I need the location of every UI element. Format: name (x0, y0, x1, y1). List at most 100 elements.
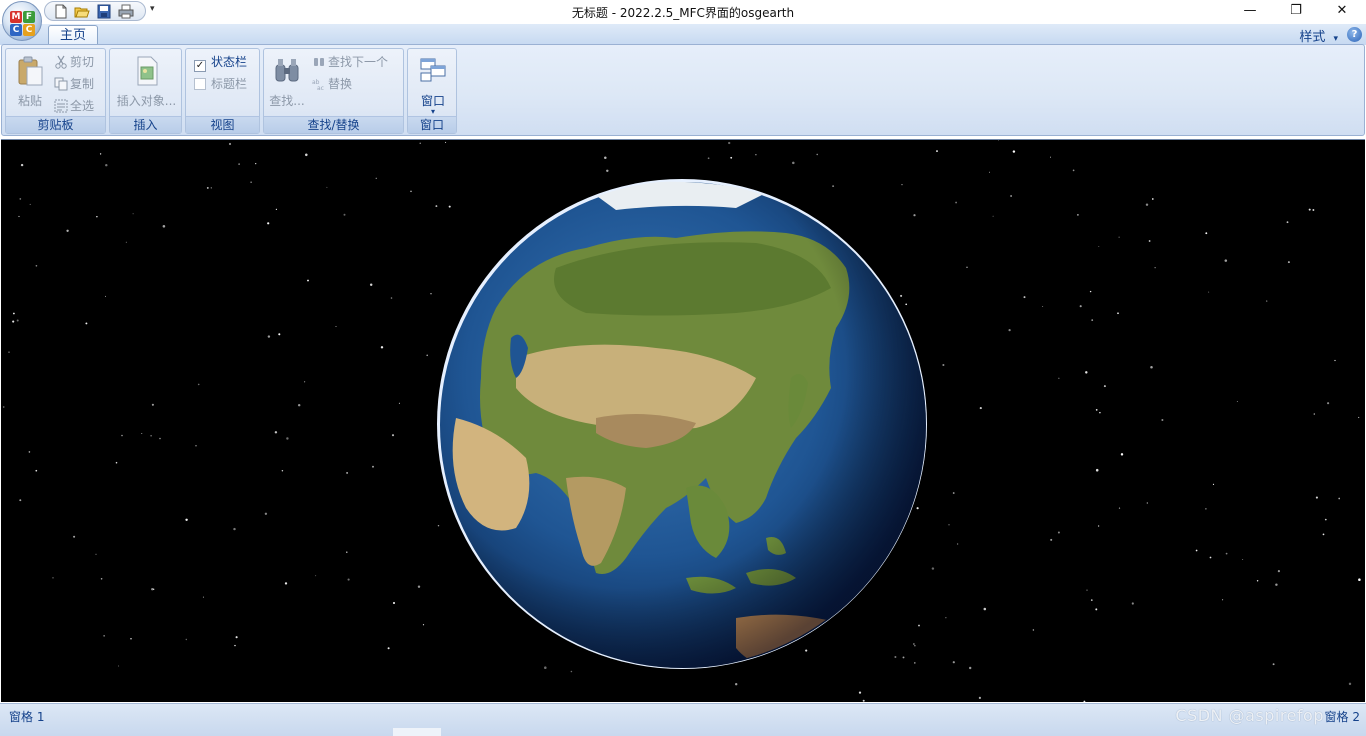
star (1161, 418, 1164, 422)
star (1098, 245, 1100, 247)
star (275, 208, 277, 210)
star (1358, 578, 1361, 581)
star (228, 142, 232, 146)
star (1348, 682, 1352, 686)
replace-button[interactable]: ab ac 替换 (312, 74, 352, 94)
star (297, 403, 301, 407)
star (210, 187, 212, 189)
star (151, 403, 154, 406)
star (250, 181, 252, 183)
star (1008, 328, 1011, 332)
find-next-button[interactable]: 查找下一个 (312, 52, 388, 72)
cut-label: 剪切 (70, 55, 95, 69)
checkbox-unchecked-icon (194, 78, 206, 90)
ribbon-tab-strip: 主页 样式 ▾ ? (0, 24, 1366, 46)
copy-button[interactable]: 复制 (54, 74, 94, 94)
close-button[interactable]: ✕ (1319, 0, 1365, 24)
star (380, 346, 384, 349)
star (1277, 570, 1280, 573)
select-all-button[interactable]: 全选 (54, 96, 94, 116)
star (304, 381, 306, 383)
star (16, 319, 19, 322)
star (604, 156, 607, 159)
insert-object-button[interactable]: 插入对象... (112, 51, 181, 109)
status-bar-checkbox[interactable]: ✓ 状态栏 (194, 52, 247, 72)
star (966, 266, 968, 268)
star (1099, 411, 1101, 414)
star (1324, 518, 1327, 521)
star (1322, 533, 1325, 536)
star (1023, 296, 1026, 299)
star (419, 142, 421, 144)
star (606, 169, 609, 173)
star (1224, 259, 1228, 262)
star (1131, 602, 1134, 605)
app-letter-c: C (10, 24, 22, 36)
window-title: 无标题 - 2022.2.5_MFC界面的osgearth (571, 6, 795, 20)
paste-button[interactable]: 粘贴 (10, 51, 50, 109)
star (387, 647, 390, 650)
group-clipboard-label: 剪贴板 (6, 116, 105, 133)
star (103, 635, 105, 637)
star (1209, 556, 1212, 559)
paste-icon (18, 56, 43, 86)
group-window-label: 窗口 (408, 116, 456, 133)
star (35, 264, 38, 267)
star (816, 153, 818, 156)
status-bar: 窗格 1 CSDN @aspirefop 窗格 2 (0, 703, 1366, 736)
star (85, 322, 88, 325)
style-menu[interactable]: 样式 ▾ (1299, 26, 1338, 45)
caption-bar-label: 标题栏 (211, 77, 248, 91)
find-button[interactable]: 查找... (267, 51, 307, 109)
osgearth-viewport[interactable] (1, 139, 1365, 702)
star (1097, 525, 1100, 527)
star (197, 383, 200, 386)
star (13, 312, 15, 315)
ribbon-panel: 粘贴 剪切 复制 全选 剪贴板 插入对象... 插入 ✓ 状态栏 标题栏 视图 … (1, 44, 1365, 136)
star (1151, 198, 1154, 200)
star (952, 492, 955, 494)
star (150, 434, 152, 437)
star (1222, 599, 1224, 601)
minimize-button[interactable]: — (1227, 0, 1273, 24)
star (1042, 305, 1044, 308)
star (162, 225, 166, 228)
star (346, 471, 349, 474)
star (730, 156, 733, 159)
star (1272, 663, 1275, 666)
star (2, 406, 5, 408)
star (347, 578, 350, 581)
window-tiles-icon (420, 58, 446, 82)
star (1095, 409, 1098, 411)
caption-bar-checkbox[interactable]: 标题栏 (194, 74, 247, 94)
cut-button[interactable]: 剪切 (54, 52, 94, 72)
maximize-button[interactable]: ❐ (1273, 0, 1319, 24)
application-button[interactable]: M F C C (2, 1, 42, 41)
replace-label: 替换 (328, 77, 353, 91)
help-icon[interactable]: ? (1347, 27, 1362, 42)
earth-globe[interactable] (436, 178, 928, 670)
app-letter-f: F (23, 11, 35, 23)
app-letter-m: M (10, 11, 22, 23)
group-view: ✓ 状态栏 标题栏 视图 (185, 48, 260, 134)
group-find-replace-label: 查找/替换 (264, 116, 403, 133)
star (267, 222, 270, 225)
tab-home[interactable]: 主页 (48, 25, 98, 46)
star (8, 351, 10, 353)
watermark: CSDN @aspirefop (1175, 706, 1324, 725)
star (998, 140, 1000, 141)
window-button[interactable]: 窗口 ▾ (411, 51, 455, 116)
star (956, 543, 959, 545)
star (1057, 531, 1060, 534)
star (12, 320, 15, 323)
star (858, 691, 862, 694)
star (238, 163, 240, 165)
star (255, 162, 257, 165)
star (264, 512, 268, 515)
star (1086, 589, 1088, 591)
star (979, 407, 982, 410)
status-pane-1: 窗格 1 (9, 710, 45, 724)
star (1120, 453, 1124, 456)
chevron-down-icon: ▾ (1333, 34, 1338, 44)
group-insert-label: 插入 (110, 116, 181, 133)
